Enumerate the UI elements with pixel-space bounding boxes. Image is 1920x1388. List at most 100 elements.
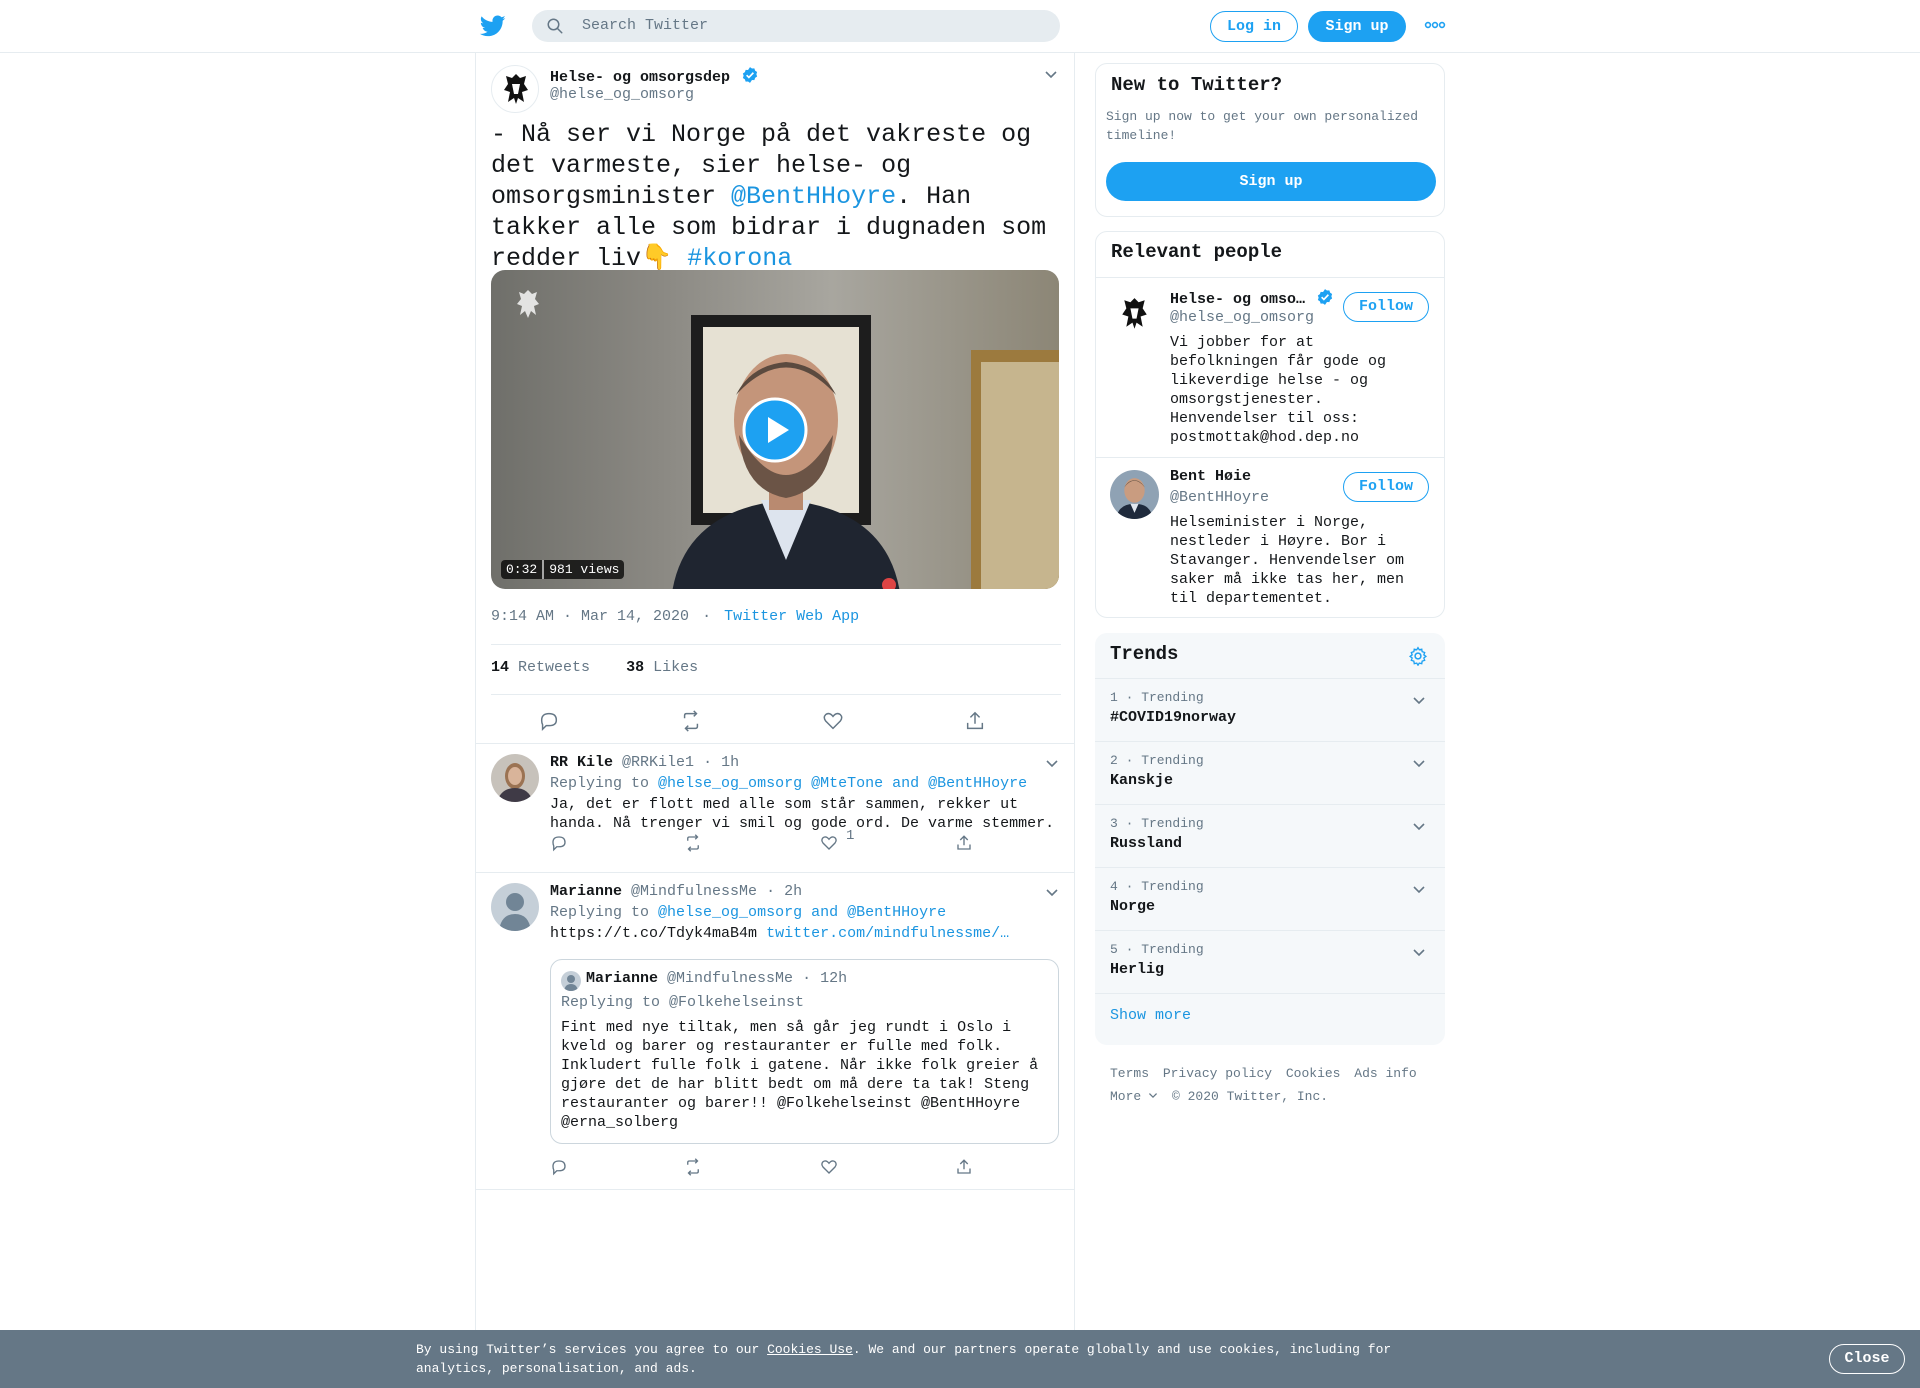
retweet-icon[interactable] (680, 710, 702, 732)
cookie-banner: By using Twitter’s services you agree to… (0, 1330, 1920, 1388)
like-heart-icon[interactable] (820, 834, 838, 852)
video-stats-badge: 0:32 981 views (501, 560, 625, 579)
reply-tweet[interactable]: Marianne @MindfulnessMe · 2h Replying to… (476, 873, 1074, 1190)
author-handle[interactable]: @helse_og_omsorg (550, 86, 694, 103)
reply-time[interactable]: · 2h (766, 883, 802, 900)
person-avatar[interactable] (1110, 290, 1159, 339)
chevron-down-icon[interactable] (1412, 756, 1426, 770)
chevron-down-icon[interactable] (1412, 945, 1426, 959)
trend-item[interactable]: 3 · Trending Russland (1095, 804, 1445, 867)
quoted-text: Fint med nye tiltak, men så går jeg rund… (561, 1019, 1039, 1131)
more-options-icon[interactable] (1424, 18, 1446, 32)
chevron-down-icon[interactable] (1045, 756, 1059, 770)
person-name[interactable]: Helse- og omso… (1170, 288, 1334, 308)
close-button[interactable]: Close (1829, 1344, 1905, 1374)
person-name-text: Helse- og omso… (1170, 291, 1306, 308)
follow-button[interactable]: Follow (1343, 472, 1429, 502)
chevron-down-icon[interactable] (1044, 67, 1058, 81)
hashtag-link[interactable]: #korona (687, 244, 792, 273)
tweet-time[interactable]: 9:14 AM · Mar 14, 2020 (491, 608, 689, 625)
ads-info-link[interactable]: Ads info (1354, 1066, 1416, 1081)
sidebar-signup-button[interactable]: Sign up (1106, 162, 1436, 201)
search-input[interactable]: Search Twitter (582, 17, 708, 34)
retweet-icon[interactable] (684, 1158, 702, 1176)
reply-author-name[interactable]: RR Kile (550, 754, 613, 771)
likes-stat[interactable]: 38 Likes (626, 659, 698, 676)
replying-to-links[interactable]: @helse_og_omsorg @MteTone and @BentHHoyr… (658, 775, 1027, 792)
author-name-text: Helse- og omsorgsdep (550, 69, 731, 86)
video-player[interactable]: 0:32 981 views (491, 270, 1059, 589)
person-handle[interactable]: @BentHHoyre (1170, 489, 1269, 506)
retweets-label: Retweets (518, 659, 591, 676)
gear-icon[interactable] (1408, 646, 1428, 666)
reply-link[interactable]: twitter.com/mindfulnessme/… (766, 925, 1009, 942)
reply-short-url[interactable]: https://t.co/Tdyk4maB4m (550, 925, 757, 942)
person-name[interactable]: Bent Høie (1170, 468, 1251, 485)
author-avatar[interactable] (491, 65, 539, 113)
like-heart-icon[interactable] (822, 710, 844, 732)
trend-item[interactable]: 2 · Trending Kanskje (1095, 741, 1445, 804)
cookies-link[interactable]: Cookies (1286, 1066, 1341, 1081)
card-title: Trends (1110, 643, 1179, 665)
trend-name[interactable]: #COVID19norway (1110, 709, 1236, 726)
person-handle[interactable]: @helse_og_omsorg (1170, 309, 1314, 326)
terms-link[interactable]: Terms (1110, 1066, 1149, 1081)
login-button[interactable]: Log in (1210, 11, 1298, 42)
reply-avatar[interactable] (491, 883, 539, 931)
trend-name[interactable]: Kanskje (1110, 772, 1173, 789)
cookies-use-link[interactable]: Cookies Use (767, 1342, 853, 1357)
more-label: More (1110, 1089, 1142, 1104)
reply-author-handle[interactable]: @MindfulnessMe (631, 883, 757, 900)
reply-text: https://t.co/Tdyk4maB4m twitter.com/mind… (550, 924, 1065, 943)
main-timeline-column: Helse- og omsorgsdep @helse_og_omsorg - … (475, 53, 1075, 1333)
share-icon[interactable] (955, 834, 973, 852)
cookie-text: By using Twitter’s services you agree to… (416, 1340, 1426, 1378)
replying-to-links[interactable]: @helse_og_omsorg and @BentHHoyre (658, 904, 946, 921)
search-bar[interactable]: Search Twitter (532, 10, 1060, 42)
trend-item[interactable]: 1 · Trending #COVID19norway (1095, 678, 1445, 741)
trend-name[interactable]: Norge (1110, 898, 1155, 915)
reply-time[interactable]: · 1h (703, 754, 739, 771)
chevron-down-icon[interactable] (1045, 885, 1059, 899)
quoted-author-name: Marianne (586, 970, 659, 987)
relevant-people-card: Relevant people Helse- og omso… @helse_o… (1095, 231, 1445, 618)
trend-item[interactable]: 4 · Trending Norge (1095, 867, 1445, 930)
share-icon[interactable] (955, 1158, 973, 1176)
twitter-logo-icon[interactable] (479, 13, 507, 39)
trend-name[interactable]: Russland (1110, 835, 1182, 852)
privacy-link[interactable]: Privacy policy (1163, 1066, 1272, 1081)
trend-item[interactable]: 5 · Trending Herlig (1095, 930, 1445, 993)
share-icon[interactable] (964, 710, 986, 732)
signup-button[interactable]: Sign up (1308, 11, 1406, 42)
more-menu[interactable]: More (1110, 1089, 1158, 1104)
like-heart-icon[interactable] (820, 1158, 838, 1176)
show-more-link[interactable]: Show more (1110, 1007, 1191, 1024)
tweet-text: - Nå ser vi Norge på det vakreste og det… (491, 119, 1061, 274)
quoted-tweet[interactable]: Marianne @MindfulnessMe · 12h Replying t… (550, 959, 1059, 1144)
tweet-source-link[interactable]: Twitter Web App (724, 608, 859, 625)
person-row[interactable]: Bent Høie @BentHHoyre Follow Helseminist… (1096, 457, 1444, 617)
reply-author-name[interactable]: Marianne (550, 883, 622, 900)
play-button-icon[interactable] (742, 397, 808, 463)
reply-avatar[interactable] (491, 754, 539, 802)
person-row[interactable]: Helse- og omso… @helse_og_omsorg Follow … (1096, 277, 1444, 457)
chevron-down-icon[interactable] (1412, 819, 1426, 833)
reply-icon[interactable] (550, 834, 568, 852)
reply-tweet[interactable]: RR Kile @RRKile1 · 1h Replying to @helse… (476, 743, 1074, 873)
mention-link[interactable]: @BentHHoyre (731, 182, 896, 211)
reply-author-handle[interactable]: @RRKile1 (622, 754, 694, 771)
follow-button[interactable]: Follow (1343, 292, 1429, 322)
retweet-icon[interactable] (684, 834, 702, 852)
chevron-down-icon[interactable] (1412, 882, 1426, 896)
reply-actions (550, 1158, 1000, 1180)
chevron-down-icon[interactable] (1412, 693, 1426, 707)
retweets-stat[interactable]: 14 Retweets (491, 659, 590, 676)
author-name[interactable]: Helse- og omsorgsdep (550, 66, 759, 86)
chevron-down-icon (1149, 1093, 1158, 1099)
new-to-twitter-card: New to Twitter? Sign up now to get your … (1095, 63, 1445, 217)
reply-icon[interactable] (550, 1158, 568, 1176)
reply-icon[interactable] (538, 710, 560, 732)
tweet-actions (491, 707, 1061, 737)
trend-name[interactable]: Herlig (1110, 961, 1164, 978)
person-avatar[interactable] (1110, 470, 1159, 519)
